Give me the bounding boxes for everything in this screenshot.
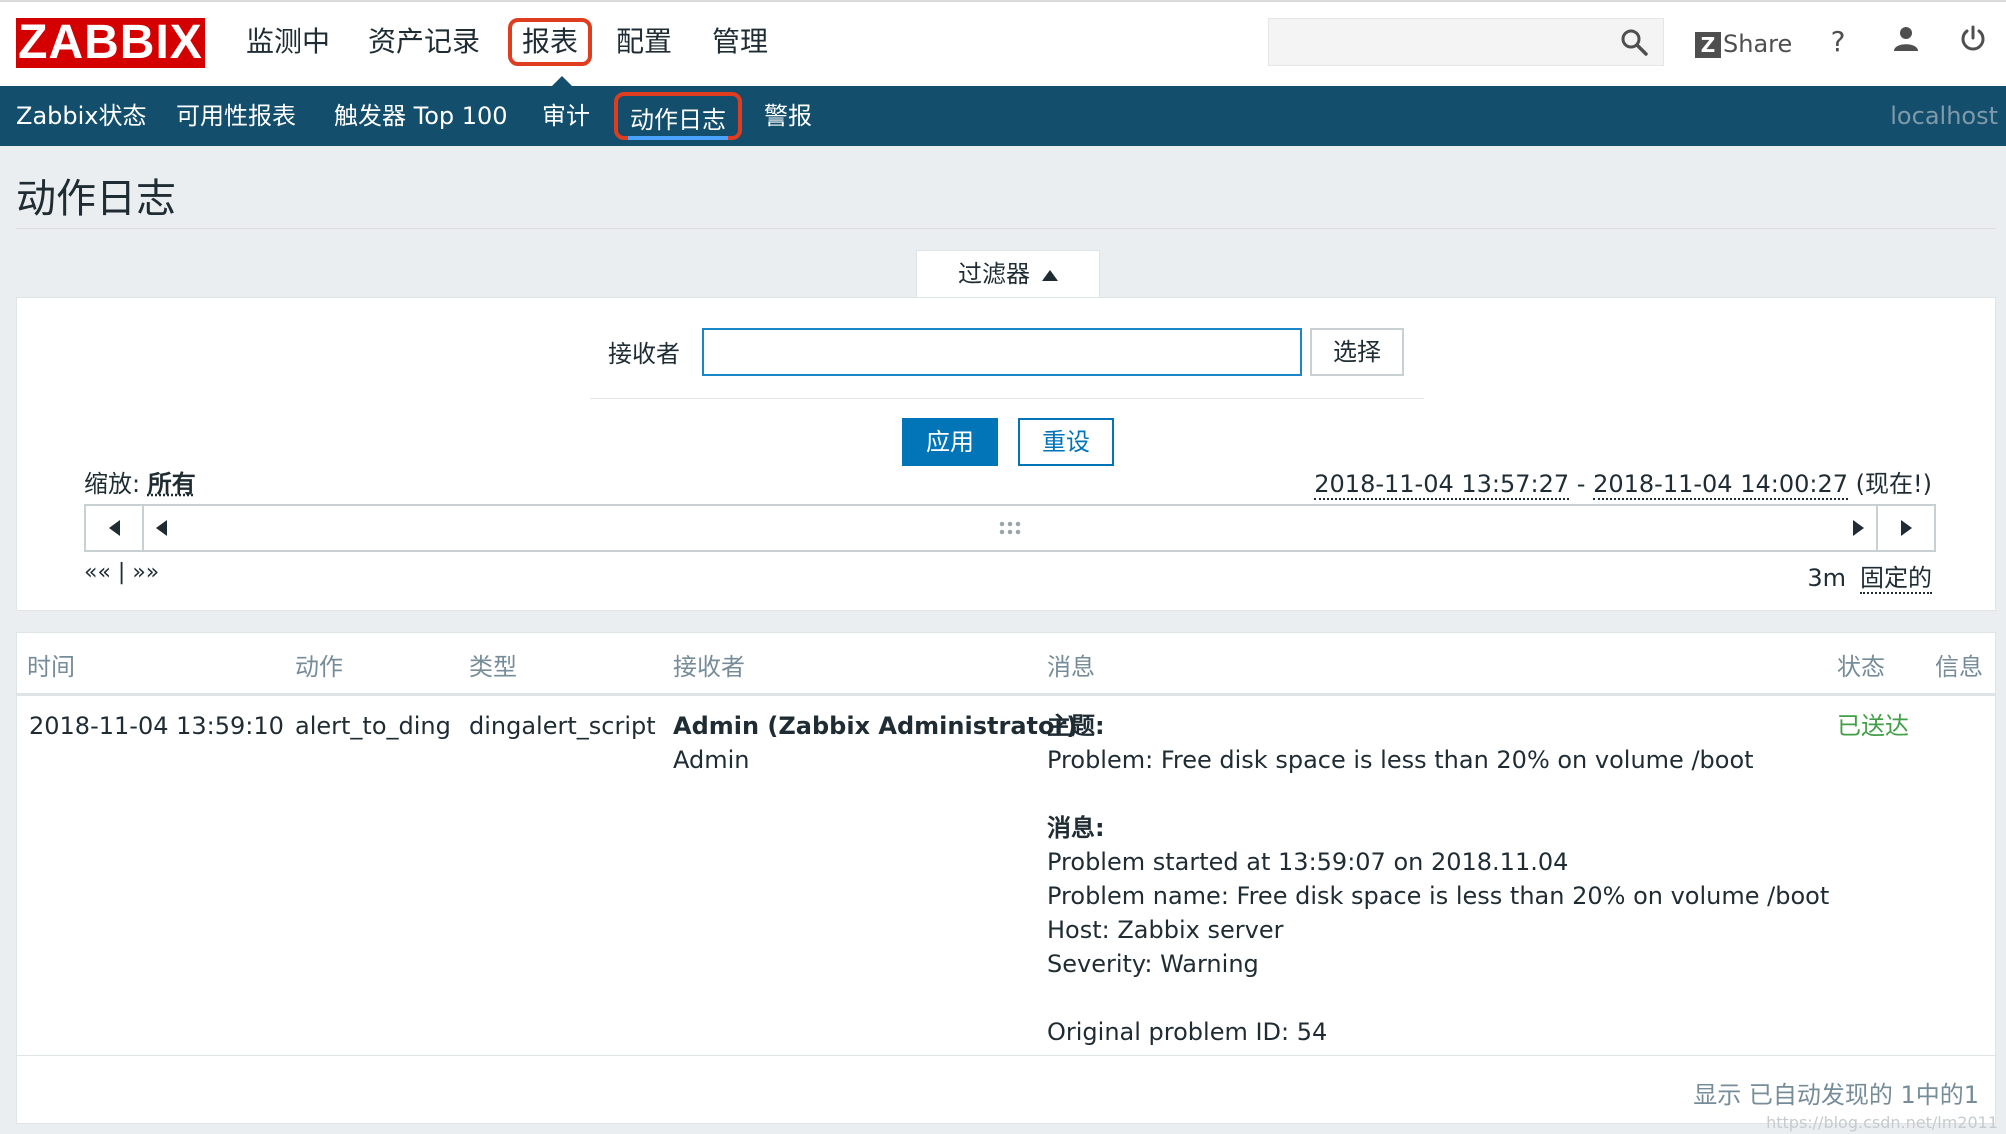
timeline-scrollbar[interactable]: [84, 504, 1936, 552]
active-underline: [628, 136, 728, 140]
fixed-toggle[interactable]: 固定的: [1860, 564, 1932, 594]
period-separator: -: [1569, 470, 1594, 498]
table-footer-count: 显示 已自动发现的 1中的1: [1693, 1081, 1979, 1109]
top-header: ZABBIX 监测中 资产记录 报表 配置 管理 Z Share ?: [0, 0, 2006, 88]
collapse-up-icon: [1042, 269, 1058, 281]
period-span: 3m 固定的: [1807, 558, 1932, 594]
cell-status: 已送达: [1837, 712, 1909, 740]
watermark: https://blog.csdn.net/lm2011: [1766, 1113, 1998, 1132]
page-title: 动作日志: [16, 176, 176, 222]
header-divider: [17, 693, 1995, 696]
filter-divider: [590, 398, 1424, 399]
message-label: 消息:: [1047, 814, 1105, 842]
timeline-nav-links[interactable]: «« | »»: [84, 560, 159, 585]
main-nav-administration[interactable]: 管理: [712, 22, 768, 62]
share-icon: Z: [1695, 32, 1721, 58]
power-icon[interactable]: [1955, 24, 1991, 60]
triangle-left-icon: [156, 520, 167, 536]
main-nav-configuration[interactable]: 配置: [616, 22, 672, 62]
title-divider: [16, 228, 1996, 229]
host-label: localhost: [1890, 102, 1998, 130]
reset-button[interactable]: 重设: [1018, 418, 1114, 466]
triangle-right-icon: [1853, 520, 1864, 536]
zoom-all-link[interactable]: 所有: [148, 470, 196, 498]
drag-grip-icon[interactable]: [998, 520, 1022, 536]
sub-nav: Zabbix状态 可用性报表 触发器 Top 100 审计 动作日志 警报 lo…: [0, 86, 2006, 146]
recipient-name: Admin (Zabbix Administrator): [673, 712, 1078, 740]
column-header-message: 消息: [1047, 653, 1095, 681]
timeline-next-button[interactable]: [1876, 506, 1934, 550]
span-value: 3m: [1807, 564, 1846, 592]
share-label: Share: [1723, 30, 1793, 58]
timeline-left-handle[interactable]: [156, 520, 167, 536]
select-button[interactable]: 选择: [1310, 328, 1404, 376]
column-header-type: 类型: [469, 653, 517, 681]
search-input[interactable]: [1268, 18, 1664, 66]
zoom-label: 缩放:: [84, 470, 141, 498]
action-log-table: 时间 动作 类型 接收者 消息 状态 信息 2018-11-04 13:59:1…: [16, 632, 1996, 1124]
sub-nav-status[interactable]: Zabbix状态: [16, 86, 147, 146]
recipient-input[interactable]: [702, 328, 1302, 376]
message-line: Problem started at 13:59:07 on 2018.11.0…: [1047, 848, 1569, 876]
sub-nav-notifications[interactable]: 警报: [764, 86, 812, 146]
cell-action: alert_to_ding: [295, 712, 451, 740]
subject-text: Problem: Free disk space is less than 20…: [1047, 746, 1754, 774]
main-nav-reports[interactable]: 报表: [508, 18, 593, 66]
message-line: Original problem ID: 54: [1047, 1018, 1328, 1046]
column-header-recipient: 接收者: [673, 653, 745, 681]
sub-nav-action-log[interactable]: 动作日志: [614, 92, 742, 140]
cell-message: 主题: Problem: Free disk space is less tha…: [1047, 709, 1829, 1049]
filter-tab[interactable]: 过滤器: [916, 250, 1100, 298]
period-from[interactable]: 2018-11-04 13:57:27: [1314, 470, 1570, 500]
footer-divider: [17, 1055, 1995, 1056]
column-header-time[interactable]: 时间: [27, 647, 75, 682]
cell-type: dingalert_script: [469, 712, 656, 740]
share-button[interactable]: Z Share: [1695, 26, 1792, 62]
sub-nav-audit[interactable]: 审计: [542, 86, 590, 146]
message-line: Severity: Warning: [1047, 950, 1259, 978]
user-icon[interactable]: [1888, 24, 1924, 60]
cell-recipient: Admin (Zabbix Administrator) Admin: [673, 709, 1077, 777]
main-nav-monitoring[interactable]: 监测中: [246, 22, 330, 62]
zabbix-logo[interactable]: ZABBIX: [16, 18, 205, 68]
search-icon[interactable]: [1619, 27, 1649, 57]
period-display: 2018-11-04 13:57:27 - 2018-11-04 14:00:2…: [1314, 464, 1932, 500]
main-nav-inventory[interactable]: 资产记录: [368, 22, 480, 62]
sub-nav-availability[interactable]: 可用性报表: [176, 86, 296, 146]
message-line: Host: Zabbix server: [1047, 916, 1284, 944]
sub-nav-action-log-label: 动作日志: [630, 106, 726, 134]
filter-tab-label: 过滤器: [958, 260, 1030, 288]
message-line: Problem name: Free disk space is less th…: [1047, 882, 1830, 910]
period-now: (现在!): [1855, 470, 1932, 498]
column-header-action: 动作: [295, 653, 343, 681]
apply-button[interactable]: 应用: [902, 418, 998, 466]
recipient-label: 接收者: [608, 340, 680, 368]
period-to[interactable]: 2018-11-04 14:00:27: [1593, 470, 1848, 500]
triangle-left-icon: [108, 520, 120, 536]
column-header-status: 状态: [1837, 653, 1885, 681]
cell-time: 2018-11-04 13:59:10: [29, 712, 284, 740]
timeline-prev-button[interactable]: [86, 506, 144, 550]
timeline-right-handle[interactable]: [1853, 520, 1864, 536]
recipient-user: Admin: [673, 746, 750, 774]
subject-label: 主题:: [1047, 712, 1105, 740]
zoom-control: 缩放: 所有: [84, 464, 196, 499]
help-icon[interactable]: ?: [1820, 24, 1856, 60]
triangle-right-icon: [1900, 520, 1912, 536]
column-header-info: 信息: [1935, 653, 1983, 681]
sub-nav-triggers-top[interactable]: 触发器 Top 100: [334, 86, 508, 146]
